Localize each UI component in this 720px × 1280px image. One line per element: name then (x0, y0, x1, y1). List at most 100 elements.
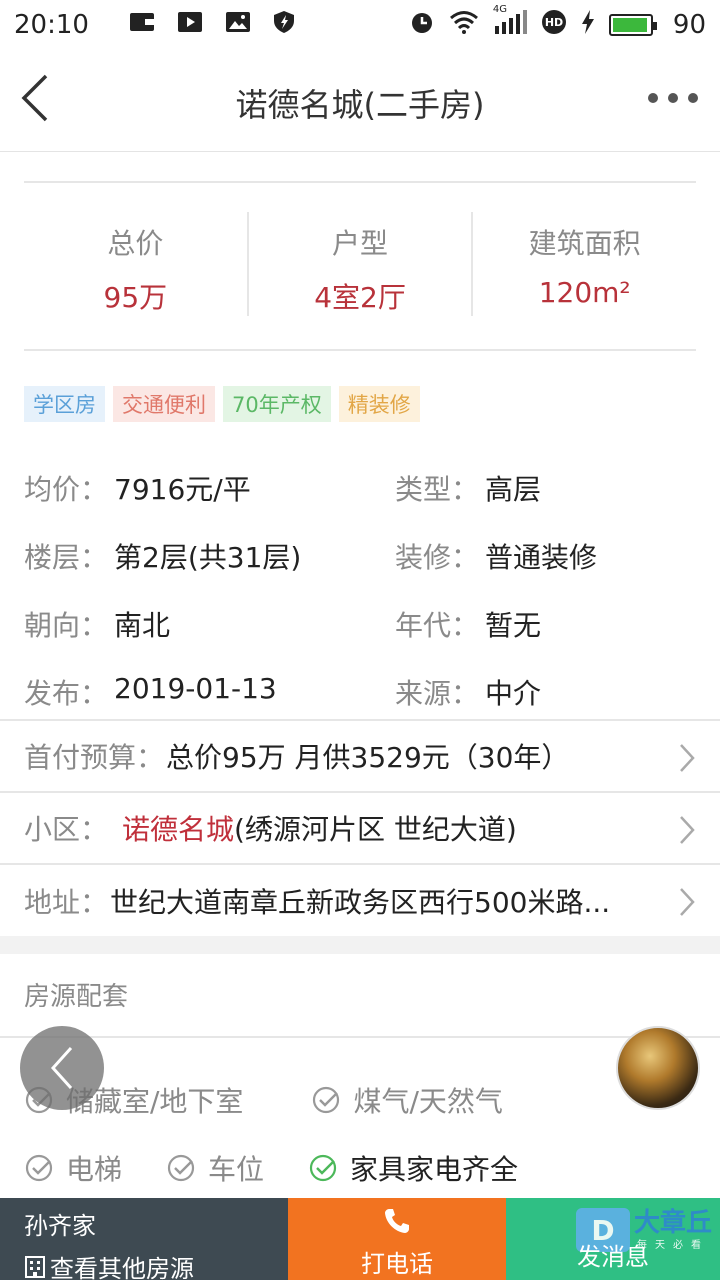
check-circle-icon (313, 1086, 340, 1114)
detail-row: 楼层： 第2层(共31层) 装修： 普通装修 (24, 522, 696, 590)
address-row[interactable]: 地址： 世纪大道南章丘新政务区西行500米路... (0, 863, 720, 937)
detail-value: 中介 (485, 677, 542, 710)
status-time: 20:10 (14, 10, 89, 40)
detail-floor: 楼层： 第2层(共31层) (24, 536, 395, 576)
summary-value: 4室2厅 (314, 281, 406, 314)
summary-total-price: 总价 95万 (24, 212, 249, 316)
tag-transport: 交通便利 (113, 386, 215, 422)
down-payment-row[interactable]: 首付预算： 总价95万 月供3529元（30年） (0, 719, 720, 791)
price-summary: 总价 95万 户型 4室2厅 建筑面积 120m² (24, 212, 696, 316)
watermark-text: 大章丘 (633, 1207, 712, 1238)
detail-label: 装修： (395, 541, 480, 574)
alarm-icon (409, 9, 435, 42)
status-bar: 20:10 4G HD 90 (0, 0, 720, 50)
call-button[interactable]: 打电话 (288, 1198, 506, 1280)
detail-label: 发布： (24, 677, 109, 710)
title-bar: 诺德名城(二手房) (0, 50, 720, 152)
hd-icon: HD (541, 9, 567, 42)
amenities-title: 房源配套 (24, 982, 129, 1012)
row-value: 诺德名城(绣源河片区 世纪大道) (122, 808, 517, 848)
wallet-icon (129, 10, 155, 40)
detail-label: 来源： (395, 677, 480, 710)
more-dot-icon (648, 93, 658, 103)
detail-type: 类型： 高层 (395, 468, 695, 508)
detail-published: 发布： 2019-01-13 (24, 672, 395, 712)
network-type-label: 4G (492, 3, 508, 15)
detail-label: 类型： (395, 473, 480, 506)
detail-source: 来源： 中介 (395, 672, 695, 712)
more-dot-icon (688, 93, 698, 103)
tag-school-district: 学区房 (24, 386, 105, 422)
image-icon (225, 10, 251, 40)
bottom-action-bar: 孙齐家 查看其他房源 打电话 D 大章丘 每天必看 发消息 (0, 1198, 720, 1280)
other-listings-label: 查看其他房源 (50, 1255, 194, 1280)
other-listings-link[interactable]: 查看其他房源 (24, 1249, 288, 1280)
page-title: 诺德名城(二手房) (235, 86, 485, 124)
row-value: 世纪大道南章丘新政务区西行500米路... (110, 886, 611, 919)
amenity-label: 车位 (208, 1153, 265, 1186)
amenity-gas: 煤气/天然气 (311, 1080, 503, 1120)
agent-name: 孙齐家 (24, 1212, 96, 1240)
detail-label: 均价： (24, 473, 109, 506)
amenity-furniture: 家具家电齐全 (308, 1148, 518, 1188)
amenity-elevator: 电梯 (24, 1148, 122, 1188)
video-icon (177, 10, 203, 40)
detail-value: 第2层(共31层) (114, 541, 302, 574)
detail-row: 发布： 2019-01-13 来源： 中介 (24, 658, 696, 726)
detail-value: 暂无 (485, 609, 542, 642)
detail-value: 普通装修 (485, 541, 598, 574)
detail-row: 均价： 7916元/平 类型： 高层 (24, 454, 696, 522)
row-label: 首付预算： (24, 741, 165, 774)
tag-renovation: 精装修 (338, 386, 420, 422)
detail-year: 年代： 暂无 (395, 604, 695, 644)
more-options-button[interactable] (648, 88, 698, 108)
detail-label: 年代： (395, 609, 480, 642)
amenity-label: 煤气/天然气 (353, 1085, 503, 1118)
chevron-right-icon (680, 888, 695, 916)
summary-value: 120m² (538, 276, 631, 309)
message-button[interactable]: D 大章丘 每天必看 发消息 (506, 1198, 720, 1280)
wifi-icon (449, 10, 479, 41)
floating-back-button[interactable] (20, 1026, 104, 1110)
check-circle-icon (309, 1154, 337, 1182)
row-label: 小区： (24, 813, 109, 846)
more-dot-icon (668, 93, 678, 103)
detail-value: 高层 (485, 473, 542, 506)
row-value: 总价95万 月供3529元（30年） (166, 741, 570, 774)
detail-unit-price: 均价： 7916元/平 (24, 468, 395, 508)
summary-label: 建筑面积 (528, 227, 641, 260)
battery-icon (608, 14, 657, 36)
detail-decoration: 装修： 普通装修 (395, 536, 695, 576)
detail-value: 7916元/平 (114, 473, 251, 506)
community-row[interactable]: 小区： 诺德名城(绣源河片区 世纪大道) (0, 791, 720, 863)
phone-icon (385, 1209, 409, 1233)
amenity-row: 储藏室/地下室 煤气/天然气 (24, 1066, 696, 1134)
floating-avatar[interactable] (616, 1026, 700, 1110)
check-circle-icon (167, 1154, 195, 1182)
amenity-parking: 车位 (166, 1148, 264, 1188)
detail-row: 朝向： 南北 年代： 暂无 (24, 590, 696, 658)
amenity-label: 电梯 (66, 1153, 123, 1186)
summary-value: 95万 (103, 281, 168, 314)
divider (0, 1036, 720, 1038)
chevron-right-icon (680, 744, 695, 772)
summary-label: 总价 (107, 227, 164, 260)
amenities-list: 储藏室/地下室 煤气/天然气 电梯 车位 家具家电齐全 (24, 1066, 696, 1202)
row-label: 地址： (24, 886, 109, 919)
detail-value: 2019-01-13 (114, 672, 277, 705)
detail-value: 南北 (114, 609, 171, 642)
check-circle-icon (25, 1154, 53, 1182)
summary-label: 户型 (332, 227, 389, 260)
agent-panel[interactable]: 孙齐家 查看其他房源 (0, 1198, 288, 1280)
battery-level: 90 (672, 10, 706, 40)
svg-text:HD: HD (545, 16, 563, 29)
summary-layout: 户型 4室2厅 (249, 212, 474, 316)
community-name-link[interactable]: 诺德名城 (122, 813, 234, 846)
detail-orientation: 朝向： 南北 (24, 604, 395, 644)
message-label: 发消息 (577, 1243, 649, 1271)
chevron-left-icon (50, 1046, 73, 1090)
detail-label: 朝向： (24, 609, 109, 642)
amenity-row: 电梯 车位 家具家电齐全 (24, 1134, 696, 1202)
tag-property-rights: 70年产权 (223, 386, 331, 422)
chevron-right-icon (680, 816, 695, 844)
